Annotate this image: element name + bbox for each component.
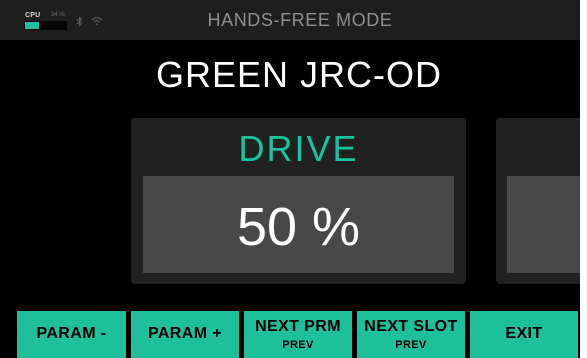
bluetooth-icon — [76, 16, 83, 27]
next-parameter-value-box[interactable] — [507, 176, 580, 273]
param-plus-button[interactable]: PARAM + — [131, 311, 239, 358]
next-parameter-card[interactable] — [496, 118, 580, 284]
status-bar: CPU 34 % HANDS-FREE MODE — [0, 0, 580, 40]
exit-label: EXIT — [505, 325, 543, 342]
cpu-meter — [24, 21, 67, 30]
hands-free-screen: CPU 34 % HANDS-FREE MODE GREEN JRC-OD DR… — [0, 0, 580, 358]
cpu-label: CPU — [25, 12, 41, 19]
wifi-icon — [91, 17, 103, 26]
softkey-row: PARAM - PARAM + NEXT PRM PREV NEXT SLOT … — [17, 311, 580, 358]
next-param-label: NEXT PRM — [255, 318, 341, 335]
parameter-value: 50 % — [236, 197, 361, 257]
next-param-sublabel: PREV — [282, 339, 314, 351]
param-minus-label: PARAM - — [36, 325, 107, 342]
mode-title: HANDS-FREE MODE — [207, 10, 393, 30]
parameter-card[interactable]: DRIVE 50 % — [131, 118, 466, 284]
cpu-meter-fill — [25, 22, 39, 29]
cpu-percent: 34 % — [51, 12, 65, 18]
parameter-name: DRIVE — [238, 128, 359, 169]
next-param-button[interactable]: NEXT PRM PREV — [244, 311, 352, 358]
parameter-value-box[interactable]: 50 % — [143, 176, 454, 273]
next-slot-button[interactable]: NEXT SLOT PREV — [357, 311, 465, 358]
next-slot-label: NEXT SLOT — [364, 318, 458, 335]
block-name: GREEN JRC-OD — [155, 54, 442, 95]
next-slot-sublabel: PREV — [395, 339, 427, 351]
param-plus-label: PARAM + — [147, 325, 223, 342]
param-minus-button[interactable]: PARAM - — [17, 311, 126, 358]
exit-button[interactable]: EXIT — [470, 311, 578, 358]
